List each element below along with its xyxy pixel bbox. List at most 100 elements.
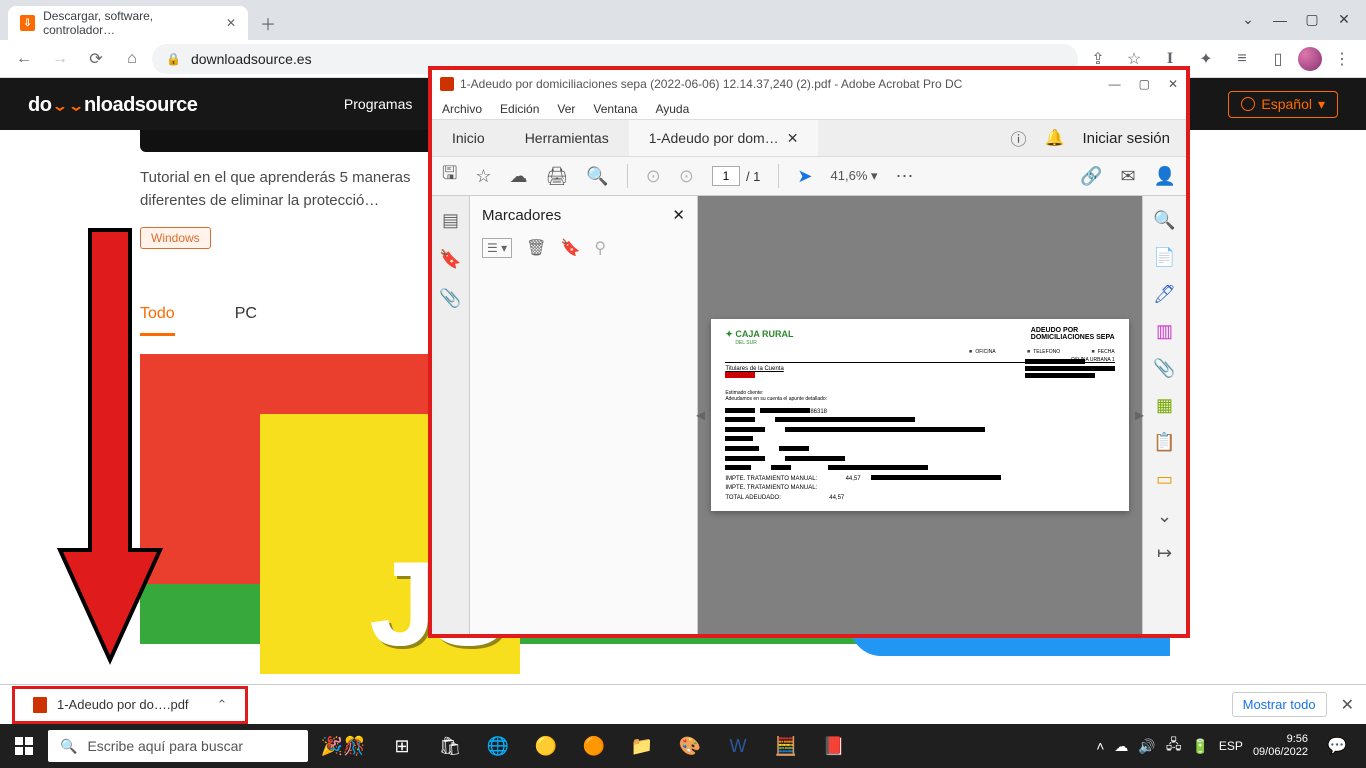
fill-sign-icon[interactable]: 📋	[1153, 432, 1175, 453]
more-tools-icon[interactable]: ⌄	[1157, 506, 1172, 527]
input-lang[interactable]: ESP	[1219, 739, 1243, 753]
more-icon[interactable]: ⋯	[896, 166, 914, 187]
action-center-icon[interactable]: 💬	[1318, 736, 1356, 756]
select-tool-icon[interactable]: ➤	[797, 166, 812, 187]
comment-icon[interactable]: ▭	[1156, 469, 1173, 490]
edge-icon[interactable]: 🌐	[474, 724, 522, 768]
profile-avatar[interactable]	[1298, 47, 1322, 71]
add-bookmark-icon[interactable]: 🔖	[560, 238, 580, 258]
chrome-icon[interactable]: 🟡	[522, 724, 570, 768]
volume-icon[interactable]: 🔊	[1138, 738, 1155, 755]
network-icon[interactable]: 🖧	[1166, 734, 1182, 758]
taskbar-search[interactable]: 🔍 Escribe aquí para buscar	[48, 730, 308, 762]
attachment-icon[interactable]: 📎	[439, 288, 461, 309]
chevron-down-icon[interactable]: ⌄	[1234, 11, 1262, 28]
next-page-icon[interactable]: ▸	[1135, 405, 1144, 426]
language-selector[interactable]: Español ▾	[1228, 91, 1338, 118]
tab-close-icon[interactable]: ✕	[226, 16, 236, 30]
home-icon[interactable]: ⌂	[116, 43, 148, 75]
new-tab-button[interactable]: ＋	[254, 9, 282, 37]
mail-icon[interactable]: ✉	[1120, 166, 1135, 187]
link-icon[interactable]: 🔗	[1080, 166, 1102, 187]
back-icon[interactable]: ←	[8, 43, 40, 75]
chevron-up-icon[interactable]: ⌃	[217, 697, 228, 713]
acrobat-maximize-icon[interactable]: ▢	[1139, 77, 1150, 91]
print-icon[interactable]: 🖨	[545, 166, 568, 187]
pages-icon[interactable]: ▤	[442, 210, 459, 231]
acrobat-minimize-icon[interactable]: —	[1109, 77, 1121, 91]
save-icon[interactable]: 🖫	[442, 161, 457, 191]
bookmark-icon[interactable]: 🔖	[439, 249, 461, 270]
battery-icon[interactable]: 🔋	[1191, 738, 1208, 755]
bookmark-options-icon[interactable]: ☰ ▾	[482, 238, 512, 258]
word-icon[interactable]: W	[714, 724, 762, 768]
clock[interactable]: 9:5609/06/2022	[1253, 733, 1308, 759]
tray-chevron-icon[interactable]: ˄	[1096, 738, 1104, 754]
nav-programas[interactable]: Programas	[344, 96, 412, 112]
zoom-level[interactable]: 41,6% ▾	[831, 168, 878, 184]
kebab-menu-icon[interactable]: ⋮	[1326, 43, 1358, 75]
page-down-icon[interactable]: ⊙	[679, 166, 694, 187]
cloud-icon[interactable]: ☁	[509, 166, 527, 187]
start-button[interactable]	[0, 724, 48, 768]
forward-icon[interactable]: →	[44, 43, 76, 75]
zoom-tool-icon[interactable]: 🔍	[1153, 210, 1175, 231]
collapse-icon[interactable]: ↦	[1157, 543, 1172, 564]
help-icon[interactable]: ⓘ	[1011, 126, 1027, 150]
bell-icon[interactable]: 🔔	[1045, 128, 1065, 148]
document-viewport[interactable]: ◂ ✦ CAJA RURAL DEL SUR ADEUDO PORDOMICIL…	[698, 196, 1142, 634]
find-bookmark-icon[interactable]: ⚲	[594, 238, 606, 258]
page-up-icon[interactable]: ⊙	[646, 166, 661, 187]
page-input[interactable]	[712, 166, 740, 186]
export-icon[interactable]: ▦	[1156, 395, 1173, 416]
minimize-icon[interactable]: —	[1266, 12, 1294, 28]
share-person-icon[interactable]: 👤	[1154, 166, 1176, 187]
pdf-page: ✦ CAJA RURAL DEL SUR ADEUDO PORDOMICILIA…	[711, 319, 1128, 512]
acrobat-menubar: Archivo Edición Ver Ventana Ayuda	[432, 98, 1186, 120]
combine-icon[interactable]: 📎	[1153, 358, 1175, 379]
doc-title: ADEUDO PORDOMICILIACIONES SEPA	[1031, 327, 1115, 342]
explorer-icon[interactable]: 📁	[618, 724, 666, 768]
close-bar-icon[interactable]: ✕	[1341, 695, 1354, 715]
calculator-icon[interactable]: 🧮	[762, 724, 810, 768]
acrobat-tab-document[interactable]: 1-Adeudo por dom… ✕	[629, 120, 819, 156]
menu-edicion[interactable]: Edición	[500, 102, 539, 116]
playlist-icon[interactable]: ≡	[1226, 43, 1258, 75]
browser-tab[interactable]: ⇩ Descargar, software, controlador… ✕	[8, 6, 248, 40]
show-all-downloads[interactable]: Mostrar todo	[1232, 692, 1327, 717]
acrobat-taskbar-icon[interactable]: 📕	[810, 724, 858, 768]
signin-link[interactable]: Iniciar sesión	[1082, 130, 1170, 147]
acrobat-tab-inicio[interactable]: Inicio	[432, 120, 505, 156]
taskview-icon[interactable]: ⊞	[378, 724, 426, 768]
acrobat-tab-herramientas[interactable]: Herramientas	[505, 120, 629, 156]
maximize-icon[interactable]: ▢	[1298, 11, 1326, 28]
menu-ver[interactable]: Ver	[557, 102, 575, 116]
trash-icon[interactable]: 🗑	[526, 238, 546, 258]
menu-archivo[interactable]: Archivo	[442, 102, 482, 116]
news-widget[interactable]: 🎉🎊	[308, 736, 378, 757]
tab-close-icon[interactable]: ✕	[787, 130, 799, 147]
edit-pdf-icon[interactable]: 🖊	[1153, 284, 1176, 305]
paint-icon[interactable]: 🎨	[666, 724, 714, 768]
reload-icon[interactable]: ⟳	[80, 43, 112, 75]
tab-pc[interactable]: PC	[235, 305, 257, 336]
store-icon[interactable]: 🛍	[426, 724, 474, 768]
star-icon[interactable]: ☆	[475, 166, 491, 187]
organize-icon[interactable]: ▥	[1156, 321, 1173, 342]
onedrive-icon[interactable]: ☁	[1114, 738, 1128, 755]
panel-close-icon[interactable]: ✕	[672, 206, 685, 224]
chrome-canary-icon[interactable]: 🟠	[570, 724, 618, 768]
prev-page-icon[interactable]: ◂	[696, 405, 705, 426]
search-icon[interactable]: 🔍	[586, 166, 608, 187]
create-pdf-icon[interactable]: 📄	[1153, 247, 1175, 268]
extensions-icon[interactable]: ✦	[1190, 43, 1222, 75]
menu-ventana[interactable]: Ventana	[593, 102, 637, 116]
globe-icon	[1241, 97, 1255, 111]
site-logo[interactable]: do⌄⌄nloadsource	[28, 92, 197, 117]
close-icon[interactable]: ✕	[1330, 11, 1358, 28]
download-chip[interactable]: 1-Adeudo por do….pdf ⌃	[12, 686, 248, 724]
acrobat-close-icon[interactable]: ✕	[1168, 77, 1178, 91]
sidebar-icon[interactable]: ▯	[1262, 43, 1294, 75]
menu-ayuda[interactable]: Ayuda	[655, 102, 689, 116]
acrobat-titlebar[interactable]: 1-Adeudo por domiciliaciones sepa (2022-…	[432, 70, 1186, 98]
